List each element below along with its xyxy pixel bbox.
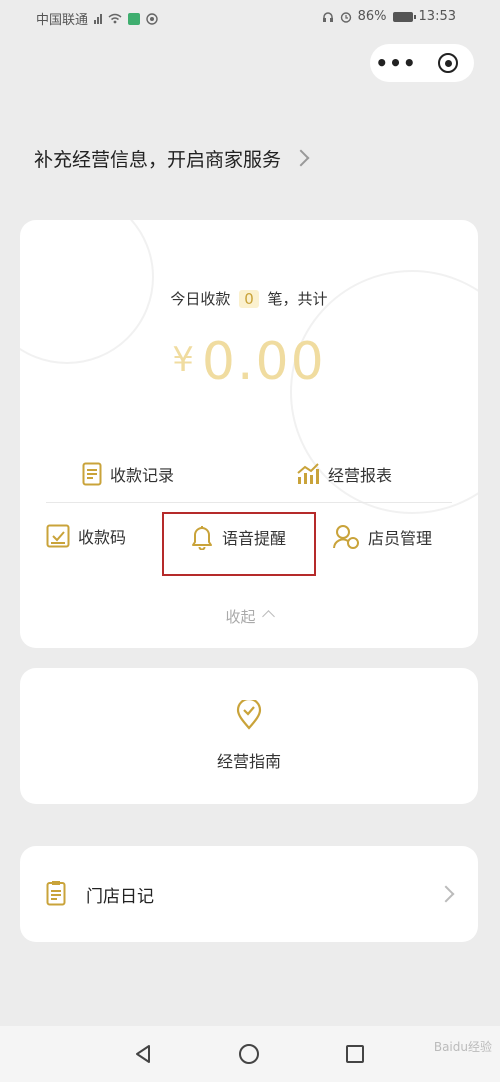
status-bar: 中国联通 86% 13:53 — [0, 0, 500, 34]
amount-display: ¥0.00 — [20, 332, 478, 392]
reports-button[interactable]: 经营报表 — [296, 462, 392, 486]
battery-percent: 86% — [357, 9, 387, 24]
status-right: 86% 13:53 — [322, 9, 456, 24]
status-left: 中国联通 — [36, 9, 158, 28]
amount-value: 0.00 — [201, 332, 326, 392]
today-suffix: 笔，共计 — [267, 290, 328, 308]
app-notification-icon — [128, 12, 141, 25]
miniprogram-capsule: ••• — [370, 44, 474, 82]
notebook-icon — [46, 881, 66, 906]
count-badge: 0 — [239, 290, 259, 308]
bar-chart-icon — [297, 463, 319, 484]
back-triangle-icon[interactable] — [132, 1043, 154, 1065]
notification-icon — [146, 12, 158, 25]
chevron-up-icon — [261, 610, 275, 623]
today-prefix: 今日收款 — [170, 290, 231, 308]
qrcode-icon — [46, 524, 70, 548]
signal-icon — [94, 13, 103, 24]
chevron-right-icon — [437, 885, 455, 903]
qrcode-button[interactable]: 收款码 — [46, 524, 126, 548]
annotation-highlight-box — [162, 512, 316, 576]
collection-card: 今日收款 0 笔，共计 ¥0.00 收款记录 经营报表 收款码 语音提醒 店员管… — [20, 220, 478, 648]
today-summary: 今日收款 0 笔，共计 — [20, 288, 478, 309]
currency-symbol: ¥ — [172, 340, 196, 380]
home-circle-icon[interactable] — [238, 1043, 260, 1065]
alarm-icon — [340, 11, 351, 23]
store-diary-card[interactable]: 门店日记 — [20, 846, 478, 942]
records-label: 收款记录 — [110, 466, 175, 485]
records-button[interactable]: 收款记录 — [82, 462, 174, 486]
reports-label: 经营报表 — [328, 466, 393, 485]
menu-divider — [46, 502, 452, 503]
battery-icon — [392, 11, 416, 22]
banner-text: 补充经营信息，开启商家服务 — [34, 148, 282, 171]
document-icon — [82, 462, 102, 486]
staff-management-button[interactable]: 店员管理 — [332, 524, 432, 550]
target-close-icon[interactable] — [422, 44, 474, 82]
more-dots-icon[interactable]: ••• — [370, 44, 422, 82]
headset-icon — [322, 11, 333, 22]
carrier-label: 中国联通 — [36, 13, 89, 28]
wifi-icon — [108, 13, 122, 24]
recent-square-icon[interactable] — [344, 1043, 366, 1065]
merchant-info-banner[interactable]: 补充经营信息，开启商家服务 — [34, 140, 310, 176]
guide-label: 经营指南 — [216, 752, 281, 771]
system-nav-bar — [0, 1026, 500, 1082]
chevron-right-icon — [292, 149, 310, 167]
location-check-icon — [236, 700, 262, 730]
collapse-label: 收起 — [225, 608, 256, 626]
watermark: Baidu经验 — [433, 1040, 492, 1054]
clock-time: 13:53 — [418, 9, 456, 24]
diary-label: 门店日记 — [86, 887, 154, 907]
guide-card[interactable]: 经营指南 — [20, 668, 478, 804]
collapse-button[interactable]: 收起 — [20, 606, 478, 627]
qrcode-label: 收款码 — [78, 528, 127, 547]
staff-icon — [333, 525, 359, 549]
staff-label: 店员管理 — [368, 529, 433, 548]
